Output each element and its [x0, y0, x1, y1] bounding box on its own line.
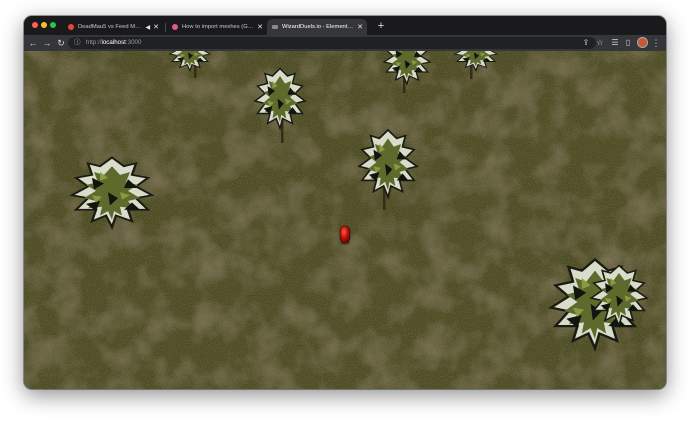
forward-icon[interactable]: →: [41, 37, 53, 49]
back-icon[interactable]: ←: [27, 37, 39, 49]
url-host: localhost: [101, 39, 126, 46]
tab-deadmau5[interactable]: DeadMau5 vs Feed Me Mix ◀ ✕: [63, 19, 163, 35]
close-tab-icon[interactable]: ✕: [153, 23, 159, 31]
url-scheme: http://: [86, 39, 102, 46]
tab-separator: [165, 23, 166, 32]
side-panel-icon[interactable]: ▯: [622, 37, 634, 49]
reading-list-icon[interactable]: ☰: [609, 37, 621, 49]
game-scene: [24, 51, 666, 389]
profile-avatar[interactable]: [638, 38, 647, 47]
browser-window: DeadMau5 vs Feed Me Mix ◀ ✕ How to impor…: [24, 16, 666, 389]
tab-babylon-meshes[interactable]: How to import meshes (GLB) in Babylon.js…: [167, 19, 267, 35]
favicon-icon: [272, 25, 278, 29]
favicon-icon: [172, 24, 178, 30]
tab-title: WizardDuels.io - Elemental battle: [282, 24, 354, 30]
minimize-window-button[interactable]: [41, 22, 47, 28]
tab-title: How to import meshes (GLB) in Babylon.js: [182, 24, 254, 30]
site-info-icon[interactable]: ⓘ: [74, 37, 81, 49]
address-bar[interactable]: ⓘ http://localhost:3000: [68, 37, 596, 49]
player-capsule: [339, 225, 351, 245]
reload-icon[interactable]: ↻: [55, 37, 67, 49]
speaker-icon[interactable]: ◀: [146, 24, 151, 31]
url-port: :3000: [125, 39, 142, 46]
tab-title: DeadMau5 vs Feed Me Mix: [78, 24, 144, 30]
close-tab-icon[interactable]: ✕: [357, 23, 363, 31]
share-icon[interactable]: ⇪: [580, 37, 592, 49]
browser-toolbar: ← → ↻ ⓘ http://localhost:3000 ⇪ ☆ ☰ ▯ ⋮: [24, 35, 666, 51]
favicon-icon: [68, 24, 74, 30]
menu-kebab-icon[interactable]: ⋮: [650, 37, 662, 49]
game-canvas[interactable]: [24, 51, 666, 389]
new-tab-button[interactable]: +: [374, 19, 388, 33]
terrain-texture: [24, 51, 666, 389]
bookmark-star-icon[interactable]: ☆: [594, 37, 606, 49]
close-tab-icon[interactable]: ✕: [257, 23, 263, 31]
tab-wizardduels[interactable]: WizardDuels.io - Elemental battle ✕: [267, 19, 367, 35]
close-window-button[interactable]: [32, 22, 38, 28]
tab-strip: DeadMau5 vs Feed Me Mix ◀ ✕ How to impor…: [24, 16, 666, 35]
zoom-window-button[interactable]: [50, 22, 56, 28]
